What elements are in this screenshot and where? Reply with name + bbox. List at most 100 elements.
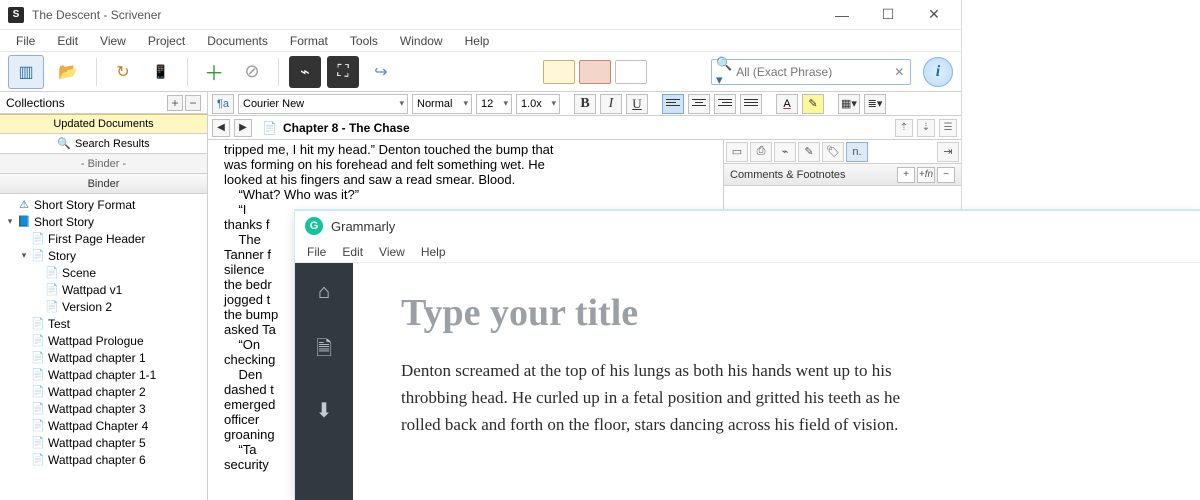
gr-menu-edit[interactable]: Edit: [342, 245, 363, 259]
view-mode-group: [543, 60, 647, 84]
binder-tree[interactable]: ⚠Short Story Format▾📘Short Story📄First P…: [0, 194, 207, 500]
bold-button[interactable]: B: [574, 94, 596, 114]
tree-row[interactable]: 📄Scene: [0, 264, 207, 281]
view-mode-outline-icon[interactable]: [615, 60, 647, 84]
menu-edit[interactable]: Edit: [53, 32, 82, 50]
title-placeholder[interactable]: Type your title: [401, 291, 1152, 335]
highlight-button[interactable]: ✎: [802, 94, 824, 114]
tab-binder[interactable]: - Binder -: [0, 154, 207, 174]
table-button[interactable]: ▦▾: [838, 94, 860, 114]
tree-row[interactable]: 📄Wattpad chapter 3: [0, 400, 207, 417]
inspector-tab-comments-icon[interactable]: n.: [846, 142, 868, 162]
mobile-sync-icon[interactable]: 📱: [145, 56, 177, 88]
document-header-row: ◀ ▶ 📄 Chapter 8 - The Chase ⇡ ⇣ ☰: [208, 116, 961, 140]
tree-row[interactable]: ▾📘Short Story: [0, 213, 207, 230]
inspector-fn-button[interactable]: +fn: [917, 167, 935, 183]
align-right-button[interactable]: [714, 94, 736, 114]
titlebar: S The Descent - Scrivener — ☐ ✕: [0, 0, 961, 30]
tree-row[interactable]: 📄Wattpad chapter 5: [0, 434, 207, 451]
menu-file[interactable]: File: [12, 32, 39, 50]
tree-row[interactable]: 📄Wattpad v1: [0, 281, 207, 298]
binder-toggle-icon[interactable]: ▥: [8, 55, 44, 89]
menu-view[interactable]: View: [96, 32, 130, 50]
fullscreen-icon[interactable]: ⛶: [327, 56, 359, 88]
underline-button[interactable]: U: [626, 94, 648, 114]
body-text[interactable]: Denton screamed at the top of his lungs …: [401, 357, 921, 439]
view-mode-document-icon[interactable]: [543, 60, 575, 84]
menu-tools[interactable]: Tools: [346, 32, 382, 50]
menu-project[interactable]: Project: [144, 32, 189, 50]
grammarly-menubar: File Edit View Help: [295, 241, 1200, 263]
header-btn-3[interactable]: ☰: [939, 119, 957, 137]
style-select[interactable]: Normal: [412, 94, 472, 114]
tree-row[interactable]: ▾📄Story: [0, 247, 207, 264]
menu-window[interactable]: Window: [396, 32, 447, 50]
compile-icon[interactable]: ↪: [365, 56, 397, 88]
inspector-tab-keywords-icon[interactable]: 🏷: [822, 142, 844, 162]
close-button[interactable]: ✕: [911, 0, 957, 30]
info-button[interactable]: i: [923, 57, 953, 87]
new-doc-icon[interactable]: 🗎: [316, 334, 332, 368]
menu-documents[interactable]: Documents: [203, 32, 272, 50]
grammarly-title: Grammarly: [331, 219, 395, 234]
menu-format[interactable]: Format: [286, 32, 332, 50]
tree-row[interactable]: 📄Wattpad Prologue: [0, 332, 207, 349]
align-left-button[interactable]: [662, 94, 684, 114]
gr-menu-file[interactable]: File: [307, 245, 326, 259]
search-clear-icon[interactable]: ✕: [891, 65, 907, 79]
view-mode-corkboard-icon[interactable]: [579, 60, 611, 84]
inspector-add-button[interactable]: +: [897, 167, 915, 183]
inspector-tab-snapshots-icon[interactable]: ✎: [798, 142, 820, 162]
font-size-select[interactable]: 12: [476, 94, 512, 114]
inspector-remove-button[interactable]: −: [937, 167, 955, 183]
nav-back-button[interactable]: ◀: [212, 119, 230, 137]
gr-menu-help[interactable]: Help: [421, 245, 446, 259]
trash-button[interactable]: ⊘: [236, 56, 268, 88]
collections-remove-button[interactable]: −: [185, 95, 201, 111]
tree-row[interactable]: 📄Wattpad chapter 6: [0, 451, 207, 468]
scrivener-app-icon: S: [8, 7, 24, 23]
gr-menu-view[interactable]: View: [379, 245, 405, 259]
list-button[interactable]: ≣▾: [864, 94, 886, 114]
tree-row[interactable]: 📄Wattpad chapter 1: [0, 349, 207, 366]
import-icon[interactable]: ⬇: [316, 398, 333, 423]
zoom-select[interactable]: 1.0x: [516, 94, 560, 114]
inspector-tab-bookmarks-icon[interactable]: ⎙: [750, 142, 772, 162]
font-select[interactable]: Courier New: [238, 94, 408, 114]
collections-add-button[interactable]: +: [167, 95, 183, 111]
maximize-button[interactable]: ☐: [865, 0, 911, 30]
header-btn-2[interactable]: ⇣: [917, 119, 935, 137]
inspector-tab-notes-icon[interactable]: ▭: [726, 142, 748, 162]
home-icon[interactable]: ⌂: [318, 281, 330, 304]
search-box[interactable]: 🔍▾ ✕: [711, 59, 911, 85]
search-input[interactable]: [736, 65, 891, 79]
tab-search-results[interactable]: 🔍Search Results: [0, 134, 207, 154]
tree-row[interactable]: ⚠Short Story Format: [0, 196, 207, 213]
inspector-collapse-icon[interactable]: ⇥: [937, 142, 959, 162]
tree-row[interactable]: 📄Wattpad chapter 2: [0, 383, 207, 400]
add-button[interactable]: ＋: [198, 56, 230, 88]
sync-icon[interactable]: ↻: [107, 56, 139, 88]
tab-updated-documents[interactable]: Updated Documents: [0, 114, 207, 134]
minimize-button[interactable]: —: [819, 0, 865, 30]
tree-row[interactable]: 📄Version 2: [0, 298, 207, 315]
search-icon: 🔍: [57, 137, 71, 150]
inspector-tab-metadata-icon[interactable]: ⌁: [774, 142, 796, 162]
grammarly-window: G Grammarly File Edit View Help ⌂ 🗎 ⬇ Ty…: [295, 210, 1200, 500]
tree-row[interactable]: 📄Wattpad chapter 1-1: [0, 366, 207, 383]
tree-row[interactable]: 📄Test: [0, 315, 207, 332]
document-title[interactable]: 📄 Chapter 8 - The Chase: [256, 121, 891, 135]
nav-forward-button[interactable]: ▶: [234, 119, 252, 137]
align-justify-button[interactable]: [740, 94, 762, 114]
italic-button[interactable]: I: [600, 94, 622, 114]
align-center-button[interactable]: [688, 94, 710, 114]
grammarly-editor[interactable]: Type your title Denton screamed at the t…: [353, 263, 1200, 500]
tree-row[interactable]: 📄Wattpad Chapter 4: [0, 417, 207, 434]
header-btn-1[interactable]: ⇡: [895, 119, 913, 137]
pilcrow-icon[interactable]: ¶a: [212, 94, 234, 114]
menu-help[interactable]: Help: [461, 32, 494, 50]
tree-row[interactable]: 📄First Page Header: [0, 230, 207, 247]
text-color-button[interactable]: A: [776, 94, 798, 114]
collections-icon[interactable]: 📂: [50, 55, 86, 89]
keywords-icon[interactable]: ⌁: [289, 56, 321, 88]
